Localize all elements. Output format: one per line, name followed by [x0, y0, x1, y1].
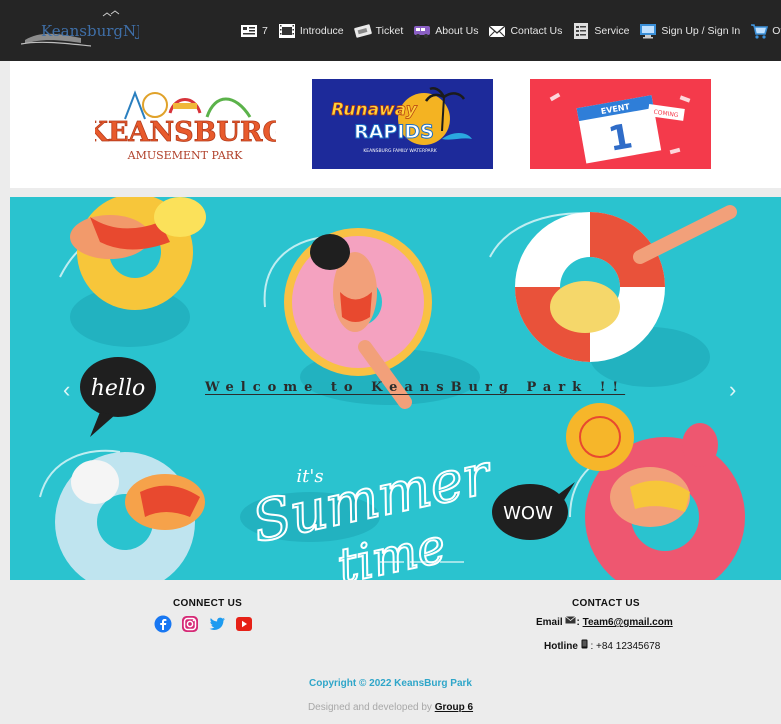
logo[interactable]: KeansburgNJ: [20, 10, 142, 51]
nav-item-about[interactable]: About Us: [413, 22, 478, 40]
logo-graphic: KeansburgNJ: [20, 10, 142, 47]
phone-icon: [581, 639, 588, 649]
nav-label-other: Other: [772, 24, 781, 37]
email-icon: [565, 616, 577, 624]
banner-keansburg[interactable]: KEANSBURG AMUSEMENT PARK: [84, 79, 286, 169]
nav-item-service[interactable]: Service: [572, 22, 629, 40]
wow-bubble-text: WOW: [503, 503, 553, 524]
carousel-indicator[interactable]: [380, 561, 404, 563]
checklist-icon: [574, 22, 589, 39]
social-links: [154, 615, 262, 633]
email-label: Email: [536, 617, 563, 628]
hero-welcome-title: Welcome to KeansBurg Park !!: [205, 380, 626, 395]
footer: CONNECT US CONTACT US Email : Team6@gmai…: [0, 580, 781, 724]
runaway-title: Runaway: [331, 100, 417, 120]
carousel-next-arrow[interactable]: ›: [729, 377, 736, 403]
keansburg-subtitle: AMUSEMENT PARK: [127, 149, 243, 162]
connect-us-title: CONNECT US: [173, 598, 243, 609]
mail-icon: [489, 25, 506, 37]
hotline-value: +84 12345678: [596, 641, 661, 652]
twitter-icon[interactable]: [208, 615, 226, 633]
nav-item-notice[interactable]: 7: [240, 22, 268, 40]
nav-label-ticket: Ticket: [375, 24, 404, 37]
designed-by-line: Designed and developed by Group 6: [0, 702, 781, 713]
instagram-icon[interactable]: [181, 615, 199, 633]
youtube-icon[interactable]: [235, 615, 253, 633]
carousel-indicator[interactable]: [440, 561, 464, 563]
ticket-icon: [353, 23, 372, 38]
email-link[interactable]: Team6@gmail.com: [583, 617, 673, 628]
nav-label-introduce: Introduce: [299, 24, 344, 37]
nav-item-contact[interactable]: Contact Us: [488, 22, 562, 40]
nav-label-signin: Sign Up / Sign In: [661, 24, 741, 37]
cart-icon: [751, 23, 769, 39]
notice-board-icon: [241, 24, 257, 37]
copyright-text: Copyright © 2022 KeansBurg Park: [309, 678, 472, 689]
hello-bubble-text: hello: [91, 376, 146, 401]
nav-item-other[interactable]: Other: [750, 22, 781, 40]
banner-event[interactable]: EVENT 1 COMING: [530, 79, 711, 169]
nav-label-contact: Contact Us: [510, 24, 563, 37]
runaway-subtitle: KEANSBURG FAMILY WATERPARK: [363, 148, 437, 154]
monitor-icon: [640, 23, 657, 38]
keansburg-title: KEANSBURG: [95, 117, 276, 148]
designed-prefix: Designed and developed by: [307, 702, 432, 713]
film-strip-icon: [278, 23, 295, 38]
contact-us-title: CONTACT US: [572, 598, 640, 609]
carousel-prev-arrow[interactable]: ‹: [63, 377, 70, 403]
banner-runaway-rapids[interactable]: Runaway RAPIDS KEANSBURG FAMILY WATERPAR…: [312, 79, 493, 169]
email-line: Email : Team6@gmail.com: [536, 616, 673, 628]
nav-label-service: Service: [594, 24, 630, 37]
runaway-rapids-logo: Runaway RAPIDS KEANSBURG FAMILY WATERPAR…: [312, 79, 493, 169]
rapids-title: RAPIDS: [354, 121, 434, 143]
facebook-icon[interactable]: [154, 615, 172, 633]
nav-menu: 7 Introduce Ticket About Us Contact Us S…: [240, 0, 781, 61]
nav-item-ticket[interactable]: Ticket: [353, 22, 404, 40]
navbar: KeansburgNJ 7 Introduce Ticket About Us …: [0, 0, 781, 61]
carousel-indicators: [380, 561, 470, 563]
logo-text: KeansburgNJ: [41, 22, 139, 40]
carousel-indicator[interactable]: [410, 561, 434, 563]
keansburg-logo: KEANSBURG AMUSEMENT PARK: [84, 79, 286, 169]
event-calendar-graphic: EVENT 1 COMING: [530, 79, 711, 169]
bus-icon: [414, 25, 431, 38]
group-6-link[interactable]: Group 6: [435, 702, 473, 713]
nav-label-about: About Us: [435, 24, 479, 37]
hotline-label: Hotline: [544, 641, 578, 652]
hotline-line: Hotline : +84 12345678: [544, 639, 661, 652]
nav-label-notice: 7: [262, 24, 268, 37]
banner-row: KEANSBURG AMUSEMENT PARK Runaway RAPIDS …: [10, 61, 781, 188]
hero-carousel[interactable]: hello it's Summer time WOW Welcome to Ke…: [10, 197, 781, 580]
nav-item-signin[interactable]: Sign Up / Sign In: [639, 22, 740, 40]
nav-item-introduce[interactable]: Introduce: [278, 22, 344, 40]
